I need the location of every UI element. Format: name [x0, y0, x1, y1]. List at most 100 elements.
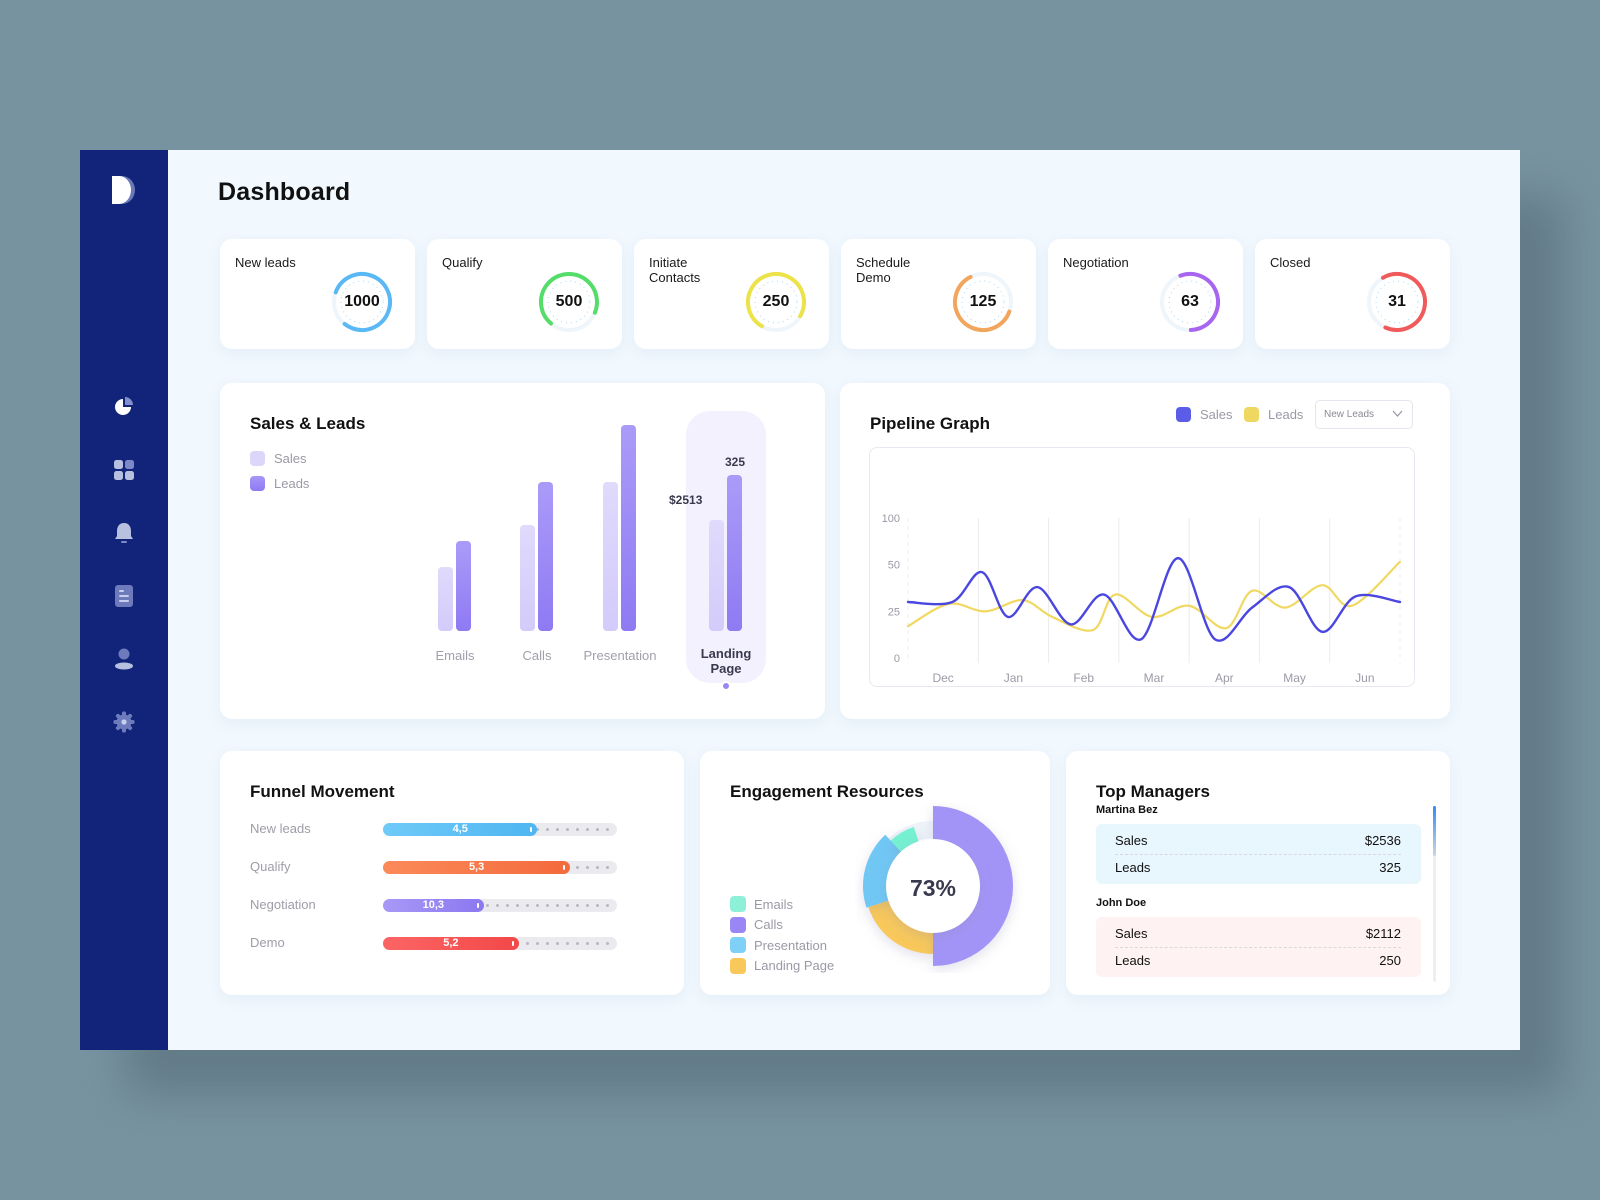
legend-swatch	[730, 896, 746, 912]
kpi-progress-ring: 63	[1157, 269, 1223, 335]
kpi-progress-ring: 1000	[329, 269, 395, 335]
x-tick-label: Dec	[932, 671, 953, 685]
user-icon	[114, 648, 134, 675]
pipeline-plot-area: 0 25 50 100 Dec Jan Feb Mar Apr May Jun	[869, 447, 1415, 687]
y-tick-label: 25	[888, 606, 900, 618]
funnel-track-dots	[576, 861, 609, 874]
kpi-value: 500	[555, 293, 583, 310]
metric-dropdown[interactable]: New Leads	[1315, 400, 1413, 429]
sidebar-item-documents[interactable]	[113, 584, 135, 612]
gear-icon	[113, 711, 135, 738]
sidebar-item-profile[interactable]	[113, 648, 135, 675]
manager-name: John Doe	[1096, 897, 1147, 909]
legend-item-presentation[interactable]: Presentation	[730, 937, 827, 953]
legend-leads[interactable]: Leads	[1244, 407, 1303, 422]
chevron-down-icon	[1392, 408, 1403, 422]
funnel-progress-track[interactable]: 5,2	[383, 937, 617, 950]
sidebar-item-apps[interactable]	[113, 459, 135, 485]
d-logo-icon[interactable]	[111, 176, 137, 204]
funnel-title: Funnel Movement	[250, 782, 395, 801]
legend-sales[interactable]: Sales	[1176, 407, 1233, 422]
legend-label: Calls	[754, 917, 783, 932]
stat-label: Leads	[1115, 859, 1151, 875]
kpi-label: Qualify	[442, 255, 483, 270]
page-title: Dashboard	[218, 178, 351, 206]
funnel-handle[interactable]	[511, 941, 514, 946]
funnel-track-dots	[486, 899, 609, 912]
kpi-progress-ring: 250	[743, 269, 809, 335]
bar-leads[interactable]	[456, 540, 471, 631]
kpi-label: Initiate Contacts	[649, 255, 701, 285]
funnel-progress-track[interactable]: 5,3	[383, 861, 617, 874]
legend-label: Leads	[1268, 407, 1304, 422]
sales-leads-title: Sales & Leads	[250, 414, 366, 433]
sidebar	[80, 150, 168, 1050]
stat-value: 325	[1379, 859, 1401, 875]
legend-sales[interactable]: Sales	[250, 451, 307, 466]
funnel-progress-track[interactable]: 4,5	[383, 823, 617, 836]
bar-leads[interactable]	[621, 424, 636, 631]
kpi-label: Negotiation	[1063, 255, 1129, 270]
legend-label: Emails	[754, 896, 794, 912]
sidebar-item-notifications[interactable]	[113, 522, 135, 546]
bar-sales[interactable]	[520, 525, 535, 631]
legend-label: Leads	[274, 476, 310, 491]
sidebar-item-analytics[interactable]	[113, 396, 135, 420]
x-tick-label: Jan	[1004, 671, 1023, 685]
pipeline-title: Pipeline Graph	[870, 414, 990, 433]
funnel-progress-track[interactable]: 10,3	[383, 899, 617, 912]
stat-value: $2536	[1364, 832, 1401, 848]
managers-scrollbar-thumb[interactable]	[1433, 806, 1436, 856]
kpi-card[interactable]: Schedule Demo 125	[841, 239, 1036, 349]
funnel-handle[interactable]	[476, 903, 479, 908]
funnel-row-label: Qualify	[250, 859, 291, 874]
bar-leads[interactable]	[727, 475, 742, 631]
document-icon	[115, 584, 133, 612]
engagement-card: Engagement Resources Emails Calls Presenta…	[700, 751, 1050, 995]
kpi-label: Closed	[1270, 255, 1311, 270]
grid-icon	[114, 459, 134, 485]
bar-leads[interactable]	[538, 482, 553, 631]
bar-sales[interactable]	[603, 482, 618, 631]
legend-label: Landing Page	[754, 958, 835, 973]
kpi-card[interactable]: New leads 1000	[220, 239, 415, 349]
engagement-title: Engagement Resources	[730, 782, 924, 801]
funnel-progress-fill: 4,5	[383, 823, 538, 836]
kpi-card[interactable]: Negotiation 63	[1048, 239, 1243, 349]
dropdown-value: New Leads	[1324, 409, 1375, 420]
highlight-dot	[721, 681, 731, 691]
legend-label: Sales	[274, 451, 307, 466]
series-line-sales	[906, 556, 1402, 642]
x-tick-label: Jun	[1355, 671, 1374, 685]
y-tick-label: 50	[888, 560, 900, 572]
pipeline-card: Pipeline Graph Sales Leads New Leads 0 25…	[840, 383, 1450, 719]
data-label-sales: $2513	[669, 493, 703, 508]
legend-swatch	[730, 957, 746, 974]
x-tick-label: Mar	[1144, 671, 1165, 685]
pipeline-line-chart: 0 25 50 100 Dec Jan Feb Mar Apr May Jun	[882, 513, 1402, 685]
managers-scrollbar-track[interactable]	[1433, 806, 1436, 982]
manager-leads-row: Leads 325	[1115, 854, 1401, 880]
kpi-value: 1000	[344, 293, 380, 310]
legend-item-landing-page[interactable]: Landing Page	[730, 957, 835, 974]
stat-label: Sales	[1115, 832, 1148, 848]
x-tick-label: Landing Page	[700, 646, 752, 676]
manager-stats[interactable]: Sales $2112 Leads 250	[1096, 917, 1421, 977]
kpi-card[interactable]: Qualify 500	[427, 239, 622, 349]
legend-leads[interactable]: Leads	[250, 476, 309, 491]
funnel-handle[interactable]	[563, 865, 566, 870]
bar-sales[interactable]	[709, 520, 724, 631]
x-tick-label: Presentation	[583, 648, 657, 663]
sidebar-item-settings[interactable]	[113, 711, 135, 738]
legend-item-calls[interactable]: Calls	[730, 916, 783, 933]
kpi-card[interactable]: Closed 31	[1255, 239, 1450, 349]
kpi-card[interactable]: Initiate Contacts 250	[634, 239, 829, 349]
funnel-row-label: Demo	[250, 935, 285, 950]
top-managers-card: Top Managers Martina Bez Sales $2536 Leads 3…	[1066, 751, 1450, 995]
funnel-handle[interactable]	[530, 827, 533, 832]
manager-stats[interactable]: Sales $2536 Leads 325	[1096, 824, 1421, 884]
funnel-row-label: New leads	[250, 821, 311, 836]
top-managers-title: Top Managers	[1096, 782, 1210, 801]
bar-sales[interactable]	[438, 566, 453, 631]
legend-item-emails[interactable]: Emails	[730, 896, 793, 912]
